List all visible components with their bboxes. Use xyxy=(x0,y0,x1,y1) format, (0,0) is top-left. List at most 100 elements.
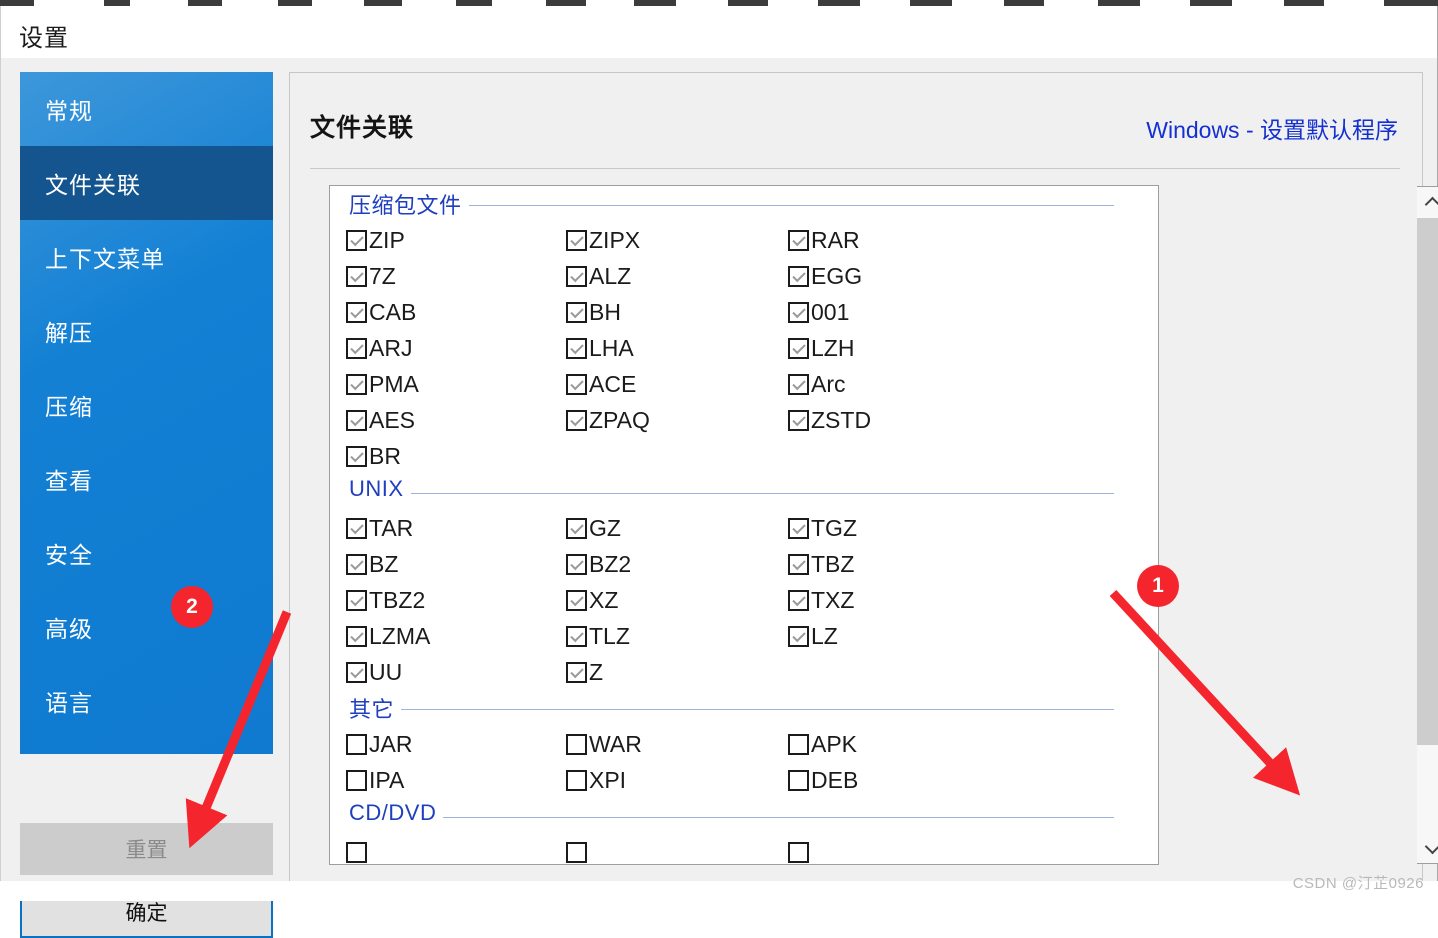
checkbox-checked-icon[interactable] xyxy=(788,265,809,287)
checkbox-unchecked-icon[interactable] xyxy=(788,769,809,791)
scrollbar-thumb[interactable] xyxy=(1417,218,1438,745)
checkbox-item[interactable]: LHA xyxy=(566,330,634,366)
scroll-up-icon[interactable] xyxy=(1417,187,1438,218)
checkbox-checked-icon[interactable] xyxy=(346,589,367,611)
checkbox-item[interactable]: CAB xyxy=(346,294,416,330)
checkbox-item[interactable]: RAR xyxy=(788,222,860,258)
checkbox-checked-icon[interactable] xyxy=(788,589,809,611)
sidebar-item-4[interactable]: 压缩 xyxy=(20,368,273,442)
checkbox-unchecked-icon[interactable] xyxy=(788,841,809,863)
checkbox-checked-icon[interactable] xyxy=(788,337,809,359)
checkbox-checked-icon[interactable] xyxy=(566,337,587,359)
checkbox-checked-icon[interactable] xyxy=(346,301,367,323)
checkbox-checked-icon[interactable] xyxy=(566,589,587,611)
checkbox-item[interactable]: TGZ xyxy=(788,510,857,546)
checkbox-checked-icon[interactable] xyxy=(788,409,809,431)
associations-scrollbar[interactable] xyxy=(1417,186,1438,864)
checkbox-item[interactable]: ZIP xyxy=(346,222,405,258)
checkbox-item[interactable]: 7Z xyxy=(346,258,396,294)
checkbox-unchecked-icon[interactable] xyxy=(346,733,367,755)
checkbox-checked-icon[interactable] xyxy=(566,661,587,683)
checkbox-item[interactable] xyxy=(788,834,811,864)
sidebar-item-1[interactable]: 文件关联 xyxy=(20,146,273,220)
checkbox-item[interactable] xyxy=(346,834,369,864)
checkbox-unchecked-icon[interactable] xyxy=(566,769,587,791)
checkbox-checked-icon[interactable] xyxy=(346,625,367,647)
checkbox-item[interactable]: LZMA xyxy=(346,618,430,654)
checkbox-item[interactable]: Z xyxy=(566,654,603,690)
checkbox-item[interactable]: TBZ xyxy=(788,546,854,582)
sidebar-item-3[interactable]: 解压 xyxy=(20,294,273,368)
checkbox-unchecked-icon[interactable] xyxy=(346,841,367,863)
checkbox-item[interactable]: IPA xyxy=(346,762,404,798)
checkbox-item[interactable]: EGG xyxy=(788,258,862,294)
checkbox-item[interactable]: ZSTD xyxy=(788,402,871,438)
checkbox-checked-icon[interactable] xyxy=(566,553,587,575)
checkbox-checked-icon[interactable] xyxy=(566,517,587,539)
checkbox-item[interactable]: TAR xyxy=(346,510,413,546)
checkbox-checked-icon[interactable] xyxy=(346,265,367,287)
checkbox-item[interactable]: ACE xyxy=(566,366,636,402)
checkbox-item[interactable]: ALZ xyxy=(566,258,631,294)
scroll-down-icon[interactable] xyxy=(1417,832,1438,863)
checkbox-item[interactable]: XPI xyxy=(566,762,626,798)
checkbox-item[interactable]: APK xyxy=(788,726,857,762)
checkbox-item[interactable]: WAR xyxy=(566,726,642,762)
associations-listbox[interactable]: 压缩包文件 ZIP ZIPX RAR 7Z ALZ EGG CAB BH 001 ARJ LHA LZH… xyxy=(329,185,1159,865)
sidebar-item-2[interactable]: 上下文菜单 xyxy=(20,220,273,294)
checkbox-checked-icon[interactable] xyxy=(788,625,809,647)
checkbox-checked-icon[interactable] xyxy=(346,517,367,539)
checkbox-checked-icon[interactable] xyxy=(788,553,809,575)
checkbox-item[interactable]: LZ xyxy=(788,618,838,654)
checkbox-item[interactable]: ZPAQ xyxy=(566,402,650,438)
reset-button[interactable]: 重置 xyxy=(20,823,273,875)
checkbox-item[interactable]: GZ xyxy=(566,510,621,546)
checkbox-item[interactable]: TXZ xyxy=(788,582,854,618)
checkbox-item[interactable]: ZIPX xyxy=(566,222,640,258)
checkbox-item[interactable]: AES xyxy=(346,402,415,438)
checkbox-item[interactable]: XZ xyxy=(566,582,618,618)
checkbox-unchecked-icon[interactable] xyxy=(346,769,367,791)
checkbox-unchecked-icon[interactable] xyxy=(788,733,809,755)
checkbox-item[interactable]: UU xyxy=(346,654,402,690)
sidebar-item-7[interactable]: 高级 xyxy=(20,590,273,664)
checkbox-item[interactable]: BR xyxy=(346,438,401,474)
checkbox-item[interactable]: DEB xyxy=(788,762,858,798)
checkbox-checked-icon[interactable] xyxy=(566,373,587,395)
checkbox-item[interactable]: JAR xyxy=(346,726,412,762)
checkbox-item[interactable]: BZ2 xyxy=(566,546,631,582)
default-programs-link[interactable]: Windows - 设置默认程序 xyxy=(1146,111,1398,145)
checkbox-checked-icon[interactable] xyxy=(788,301,809,323)
checkbox-checked-icon[interactable] xyxy=(346,661,367,683)
sidebar-item-5[interactable]: 查看 xyxy=(20,442,273,516)
checkbox-checked-icon[interactable] xyxy=(346,553,367,575)
checkbox-item[interactable]: LZH xyxy=(788,330,854,366)
checkbox-item[interactable]: 001 xyxy=(788,294,849,330)
checkbox-checked-icon[interactable] xyxy=(346,229,367,251)
sidebar-item-8[interactable]: 语言 xyxy=(20,664,273,738)
checkbox-item[interactable]: ARJ xyxy=(346,330,412,366)
checkbox-item[interactable]: BZ xyxy=(346,546,398,582)
checkbox-checked-icon[interactable] xyxy=(566,409,587,431)
checkbox-checked-icon[interactable] xyxy=(788,229,809,251)
checkbox-checked-icon[interactable] xyxy=(566,625,587,647)
checkbox-checked-icon[interactable] xyxy=(346,409,367,431)
checkbox-unchecked-icon[interactable] xyxy=(566,733,587,755)
checkbox-item[interactable]: BH xyxy=(566,294,621,330)
checkbox-checked-icon[interactable] xyxy=(346,373,367,395)
checkbox-checked-icon[interactable] xyxy=(346,337,367,359)
checkbox-checked-icon[interactable] xyxy=(346,445,367,467)
checkbox-checked-icon[interactable] xyxy=(788,373,809,395)
checkbox-checked-icon[interactable] xyxy=(788,517,809,539)
sidebar-item-6[interactable]: 安全 xyxy=(20,516,273,590)
checkbox-item[interactable]: TLZ xyxy=(566,618,630,654)
sidebar-item-0[interactable]: 常规 xyxy=(20,72,273,146)
checkbox-item[interactable]: Arc xyxy=(788,366,846,402)
checkbox-item[interactable]: TBZ2 xyxy=(346,582,425,618)
checkbox-checked-icon[interactable] xyxy=(566,229,587,251)
checkbox-checked-icon[interactable] xyxy=(566,265,587,287)
checkbox-unchecked-icon[interactable] xyxy=(566,841,587,863)
checkbox-checked-icon[interactable] xyxy=(566,301,587,323)
checkbox-item[interactable] xyxy=(566,834,589,864)
checkbox-item[interactable]: PMA xyxy=(346,366,419,402)
